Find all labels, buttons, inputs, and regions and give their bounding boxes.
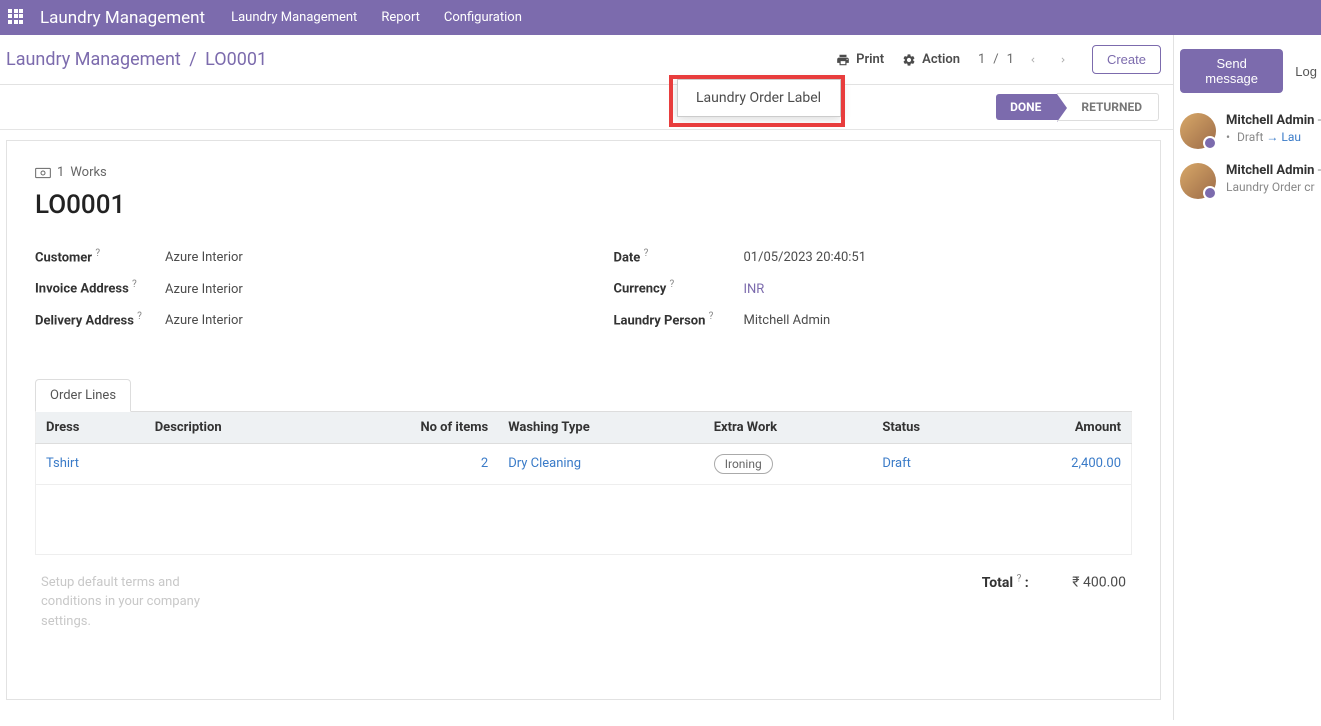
avatar (1180, 163, 1216, 199)
avatar (1180, 113, 1216, 149)
cell-description (145, 443, 321, 484)
currency-label: Currency ? (614, 279, 744, 296)
print-icon (836, 53, 850, 67)
message-author: Mitchell Admin - (1226, 113, 1321, 128)
total-value: ₹ 400.00 (1072, 575, 1126, 591)
col-amount: Amount (989, 411, 1131, 443)
action-button[interactable]: Action (902, 52, 960, 67)
log-note-button[interactable]: Log (1291, 49, 1321, 93)
col-status: Status (872, 411, 989, 443)
cell-washing[interactable]: Dry Cleaning (498, 443, 704, 484)
col-dress: Dress (36, 411, 145, 443)
nav-laundry-management[interactable]: Laundry Management (231, 10, 357, 25)
terms-placeholder: Setup default terms and conditions in yo… (41, 573, 241, 632)
message-item: Mitchell Admin - • Draft → Lau (1180, 113, 1321, 149)
col-qty: No of items (321, 411, 499, 443)
tab-order-lines[interactable]: Order Lines (35, 379, 131, 412)
customer-value: Azure Interior (165, 250, 243, 265)
currency-value[interactable]: INR (744, 282, 765, 297)
extra-work-tag: Ironing (714, 454, 773, 474)
date-value: 01/05/2023 20:40:51 (744, 250, 867, 265)
works-count: 1 (57, 165, 64, 180)
laundry-person-value: Mitchell Admin (744, 313, 831, 328)
pager-next[interactable] (1052, 49, 1074, 71)
send-message-button[interactable]: Send message (1180, 49, 1283, 93)
breadcrumb: Laundry Management / LO0001 (6, 49, 267, 70)
create-button[interactable]: Create (1092, 45, 1161, 74)
print-dropdown-item[interactable]: Laundry Order Label (678, 80, 840, 116)
nav-configuration[interactable]: Configuration (444, 10, 522, 25)
invoice-address-label: Invoice Address ? (35, 279, 165, 296)
cell-qty: 2 (321, 443, 499, 484)
table-row[interactable]: Tshirt 2 Dry Cleaning Ironing Draft 2,40… (36, 443, 1132, 484)
table-empty-row (36, 484, 1132, 554)
print-dropdown: Laundry Order Label (677, 79, 841, 117)
record-title: LO0001 (35, 190, 1132, 220)
col-description: Description (145, 411, 321, 443)
delivery-address-label: Delivery Address ? (35, 311, 165, 328)
apps-icon[interactable] (8, 9, 26, 27)
chevron-right-icon (1058, 54, 1068, 66)
message-item: Mitchell Admin - Laundry Order cr (1180, 163, 1321, 199)
breadcrumb-current: LO0001 (205, 49, 267, 70)
nav-report[interactable]: Report (381, 10, 420, 25)
delivery-address-value: Azure Interior (165, 313, 243, 328)
message-sub: • Draft → Lau (1226, 130, 1321, 144)
pager-prev[interactable] (1022, 49, 1044, 71)
pager-total: 1 (1007, 52, 1014, 67)
status-done[interactable]: DONE (996, 94, 1057, 120)
app-brand: Laundry Management (40, 8, 205, 28)
col-washing: Washing Type (498, 411, 704, 443)
works-smart-button[interactable]: 1 Works (35, 165, 107, 180)
pager-sep: / (993, 52, 998, 67)
pager: 1 / 1 (978, 49, 1074, 71)
gear-icon (902, 53, 916, 67)
customer-label: Customer ? (35, 248, 165, 265)
status-returned[interactable]: RETURNED (1057, 93, 1159, 121)
chatter-panel: Send message Log Mitchell Admin - • Draf… (1173, 35, 1321, 720)
message-sub: Laundry Order cr (1226, 180, 1321, 194)
cell-dress[interactable]: Tshirt (36, 443, 145, 484)
top-navbar: Laundry Management Laundry Management Re… (0, 0, 1321, 35)
order-lines-table: Dress Description No of items Washing Ty… (35, 411, 1132, 555)
date-label: Date ? (614, 248, 744, 265)
cell-amount: 2,400.00 (989, 443, 1131, 484)
page-header: Laundry Management / LO0001 Print Action… (0, 35, 1173, 85)
breadcrumb-root[interactable]: Laundry Management (6, 49, 181, 70)
breadcrumb-sep: / (189, 49, 196, 70)
total-row: Total ? : ₹ 400.00 (982, 573, 1126, 632)
pager-current: 1 (978, 52, 985, 67)
invoice-address-value: Azure Interior (165, 282, 243, 297)
print-button[interactable]: Print (836, 52, 884, 67)
laundry-person-label: Laundry Person ? (614, 311, 744, 328)
money-icon (35, 167, 51, 179)
cell-status: Draft (872, 443, 989, 484)
form-sheet: 1Works LO0001 Customer ? Azure Interior … (6, 140, 1161, 700)
col-extra: Extra Work (704, 411, 873, 443)
cell-extra: Ironing (704, 443, 873, 484)
chevron-left-icon (1028, 54, 1038, 66)
works-label: Works (70, 165, 106, 180)
message-author: Mitchell Admin - (1226, 163, 1321, 178)
status-bar: DONE RETURNED (0, 85, 1173, 130)
